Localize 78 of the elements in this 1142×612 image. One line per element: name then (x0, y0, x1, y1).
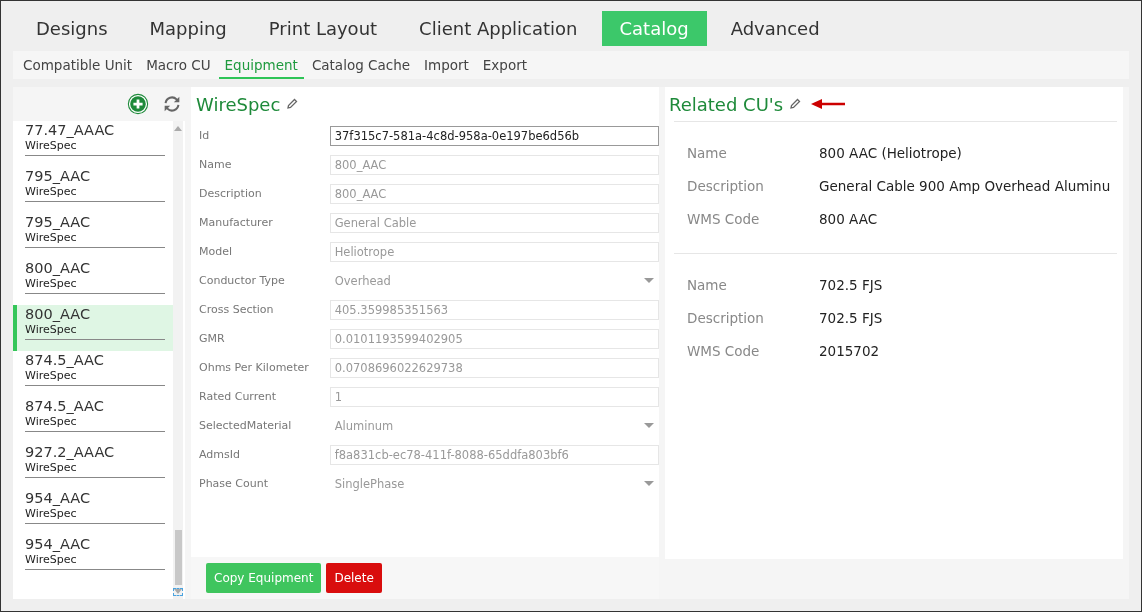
item-type: WireSpec (25, 369, 165, 386)
sub-tab[interactable]: Compatible Unit (17, 57, 139, 79)
form-title: WireSpec (196, 93, 281, 115)
item-title: 795_AAC (25, 168, 92, 185)
field-label: GMR (199, 332, 226, 345)
item-type: WireSpec (25, 461, 165, 478)
detail-label: WMS Code (687, 210, 761, 227)
detail-value: 800 AAC (819, 210, 878, 227)
related-title: Related CU's (669, 93, 784, 115)
item-title: 874.5_AAC (25, 398, 105, 415)
add-icon[interactable] (127, 93, 149, 115)
item-type: WireSpec (25, 415, 165, 432)
arrow-icon (811, 99, 846, 109)
scrollbar[interactable] (173, 121, 183, 599)
list-item[interactable]: 927.2_AAAC WireSpec (13, 443, 173, 489)
item-title: 954_AAC (25, 536, 92, 553)
field-label: Description (199, 187, 263, 200)
list-item[interactable]: 795_AAC WireSpec (13, 167, 173, 213)
detail-value: 800 AAC (Heliotrope) (819, 144, 962, 161)
list-item[interactable]: 954_AAC WireSpec (13, 535, 173, 581)
item-type: WireSpec (25, 231, 165, 248)
list-item[interactable]: 954_AAC WireSpec (13, 489, 173, 535)
scrollbar-thumb[interactable] (174, 530, 182, 585)
item-title: 874.5_AAC (25, 352, 105, 369)
item-type: WireSpec (25, 139, 165, 156)
sub-tab[interactable]: Catalog Cache (305, 57, 416, 79)
item-title: 800_AAC (25, 260, 92, 277)
field-label: Phase Count (199, 477, 269, 490)
item-title: 77.47_AAAC (25, 122, 116, 139)
sub-tab[interactable]: Export (476, 57, 533, 79)
item-title: 795_AAC (25, 214, 92, 231)
main-tab[interactable]: Client Application (401, 11, 596, 46)
list-item[interactable]: 874.5_AAC WireSpec (13, 351, 173, 397)
pencil-icon[interactable] (286, 98, 299, 110)
caret-icon (644, 278, 654, 283)
delete-button[interactable]: Delete (326, 563, 382, 593)
sub-tab[interactable]: Import (418, 57, 475, 79)
item-title: 954_AAC (25, 490, 92, 507)
list-item[interactable]: 800_AAC WireSpec (13, 305, 173, 351)
list-item[interactable]: 800_AAC WireSpec (13, 259, 173, 305)
field-label: Name (199, 158, 233, 171)
detail-label: Name (687, 144, 728, 161)
detail-value: 2015702 (819, 342, 880, 359)
detail-value: 702.5 FJS (819, 276, 883, 293)
list-item[interactable]: 77.47_AAAC WireSpec (13, 121, 173, 167)
item-type: WireSpec (25, 507, 165, 524)
detail-value: 702.5 FJS (819, 309, 883, 326)
field-label: Model (199, 245, 234, 258)
input-field[interactable]: 37f315c7-581a-4c8d-958a-0e197be6d56b (329, 125, 659, 146)
item-type: WireSpec (25, 323, 165, 340)
main-tab[interactable]: Mapping (131, 11, 245, 46)
main-tab[interactable]: Advanced (712, 11, 838, 46)
field-label: Cross Section (199, 303, 275, 316)
caret-icon (644, 481, 654, 486)
caret-icon (644, 423, 654, 428)
item-title: 927.2_AAAC (25, 444, 116, 461)
item-type: WireSpec (25, 185, 165, 202)
main-tab[interactable]: Print Layout (250, 11, 396, 46)
detail-label: Name (687, 276, 728, 293)
main-tab[interactable]: Designs (18, 11, 126, 46)
field-label: Rated Current (199, 390, 278, 403)
sub-tab[interactable]: Macro CU (140, 57, 217, 79)
detail-label: Description (687, 309, 765, 326)
item-title: 800_AAC (25, 306, 92, 323)
field-label: Ohms Per Kilometer (199, 361, 310, 374)
pencil-icon[interactable] (789, 98, 802, 110)
item-type: WireSpec (25, 553, 165, 570)
detail-label: Description (687, 177, 765, 194)
field-label: SelectedMaterial (199, 419, 293, 432)
item-type: WireSpec (25, 277, 165, 294)
list-item[interactable]: 795_AAC WireSpec (13, 213, 173, 259)
field-label: Manufacturer (199, 216, 274, 229)
detail-label: WMS Code (687, 342, 761, 359)
field-label: AdmsId (199, 448, 241, 461)
field-label: Conductor Type (199, 274, 286, 287)
detail-value: General Cable 900 Amp Overhead Aluminu (819, 177, 1111, 194)
list-item[interactable]: 874.5_AAC WireSpec (13, 397, 173, 443)
field-label: Id (199, 129, 211, 142)
